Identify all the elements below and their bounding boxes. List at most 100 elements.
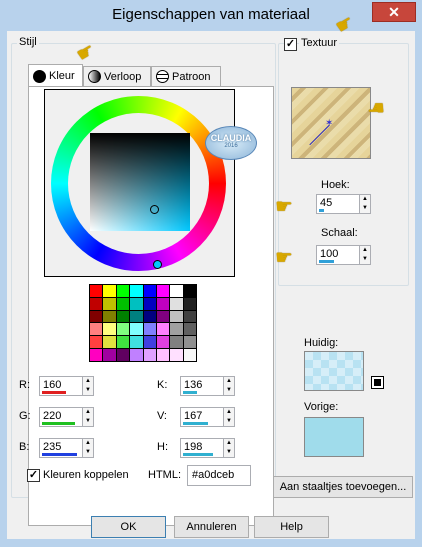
swatch-cell[interactable] (90, 323, 103, 336)
swatch-cell[interactable] (103, 323, 116, 336)
swatch-cell[interactable] (183, 310, 196, 323)
swatch-cell[interactable] (90, 285, 103, 297)
texture-checkbox[interactable]: ✓ (284, 38, 297, 51)
link-colors-checkbox[interactable]: ✓ (27, 469, 40, 482)
sv-selector-icon[interactable] (150, 205, 159, 214)
swatch-cell[interactable] (156, 285, 170, 297)
channel-value-g: 220 (43, 410, 62, 422)
current-color-swatch[interactable] (304, 351, 364, 391)
spin-arrows-icon[interactable]: ▲ ▼ (223, 377, 234, 395)
hue-selector-icon[interactable] (153, 260, 162, 269)
swatch-cell[interactable] (103, 310, 116, 323)
angle-value: 45 (320, 197, 333, 209)
swatch-cell[interactable] (130, 349, 143, 361)
swatch-cell[interactable] (116, 336, 130, 349)
swatch-cell[interactable] (183, 285, 196, 297)
swatch-cell[interactable] (156, 323, 170, 336)
angle-spinner[interactable]: 45 ▲ ▼ (316, 194, 371, 214)
swatch-cell[interactable] (90, 310, 103, 323)
channel-spinner-b[interactable]: 235 ▲ ▼ (39, 438, 94, 458)
swatch-cell[interactable] (170, 336, 183, 349)
spin-arrows-icon[interactable]: ▲ ▼ (82, 408, 93, 426)
swatch-cell[interactable] (170, 323, 183, 336)
swatch-cell[interactable] (130, 310, 143, 323)
swatch-cell[interactable] (90, 349, 103, 361)
style-group-label: Stijl (17, 36, 39, 48)
swatch-cell[interactable] (116, 310, 130, 323)
swatch-cell[interactable] (116, 297, 130, 310)
swatch-cell[interactable] (130, 297, 143, 310)
swatch-cell[interactable] (116, 349, 130, 361)
swatch-cell[interactable] (143, 297, 156, 310)
html-input[interactable]: #a0dceb (187, 465, 251, 486)
scale-spinner[interactable]: 100 ▲ ▼ (316, 245, 371, 265)
swatch-cell[interactable] (170, 349, 183, 361)
channel-level-bar-r (42, 391, 66, 394)
swatch-cell[interactable] (103, 297, 116, 310)
cancel-button[interactable]: Annuleren (174, 516, 249, 538)
previous-color-swatch[interactable] (304, 417, 364, 457)
angle-spin-arrows-icon[interactable]: ▲ ▼ (359, 195, 370, 213)
swatch-cell[interactable] (103, 349, 116, 361)
watermark-subtext: 2016 (224, 143, 238, 149)
swatch-cell[interactable] (183, 297, 196, 310)
tab-kleur-label: Kleur (49, 70, 75, 82)
swatch-cell[interactable] (156, 336, 170, 349)
swatch-cell[interactable] (130, 323, 143, 336)
channel-spinner-k[interactable]: 136 ▲ ▼ (180, 376, 235, 396)
swatch-cell[interactable] (90, 297, 103, 310)
window-title: Eigenschappen van materiaal (112, 6, 310, 23)
swatch-cell[interactable] (130, 285, 143, 297)
swatch-cell[interactable] (183, 349, 196, 361)
saturation-value-square[interactable] (90, 133, 190, 231)
add-to-swatches-button[interactable]: Aan staaltjes toevoegen... (273, 476, 413, 498)
ok-button[interactable]: OK (91, 516, 166, 538)
title-bar: Eigenschappen van materiaal ✕ (0, 0, 422, 32)
swap-icon-inner (374, 379, 381, 386)
swatch-cell[interactable] (170, 297, 183, 310)
spin-arrows-icon[interactable]: ▲ ▼ (223, 408, 234, 426)
help-button[interactable]: Help (254, 516, 329, 538)
html-input-value: #a0dceb (192, 469, 235, 481)
channel-spinner-v[interactable]: 167 ▲ ▼ (180, 407, 235, 427)
channel-spinner-r[interactable]: 160 ▲ ▼ (39, 376, 94, 396)
swatch-cell[interactable] (170, 310, 183, 323)
tab-patroon[interactable]: Patroon (151, 66, 221, 86)
swatch-cell[interactable] (90, 336, 103, 349)
swatch-cell[interactable] (183, 336, 196, 349)
tab-kleur[interactable]: Kleur (28, 64, 83, 87)
swatch-cell[interactable] (143, 323, 156, 336)
angle-label: Hoek: (321, 179, 350, 191)
swatch-cell[interactable] (130, 336, 143, 349)
swatch-cell[interactable] (103, 285, 116, 297)
swatch-cell[interactable] (183, 323, 196, 336)
channel-value-v: 167 (184, 410, 203, 422)
swatch-cell[interactable] (156, 310, 170, 323)
channel-label-g: G: (19, 410, 31, 422)
swatch-cell[interactable] (143, 310, 156, 323)
spin-arrows-icon[interactable]: ▲ ▼ (82, 377, 93, 395)
swatch-cell[interactable] (170, 285, 183, 297)
close-button[interactable]: ✕ (372, 2, 416, 22)
scale-value: 100 (320, 248, 339, 260)
channel-level-bar-h (183, 453, 213, 456)
spin-arrows-icon[interactable]: ▲ ▼ (223, 439, 234, 457)
swatch-cell[interactable] (156, 297, 170, 310)
swatch-cell[interactable] (156, 349, 170, 361)
swatch-cell[interactable] (143, 349, 156, 361)
swatch-cell[interactable] (103, 336, 116, 349)
channel-spinner-h[interactable]: 198 ▲ ▼ (180, 438, 235, 458)
swatch-cell[interactable] (116, 285, 130, 297)
channel-label-r: R: (19, 379, 30, 391)
spin-arrows-icon[interactable]: ▲ ▼ (82, 439, 93, 457)
swap-icon[interactable] (371, 376, 384, 389)
channel-value-k: 136 (184, 379, 203, 391)
swatch-cell[interactable] (116, 323, 130, 336)
scale-spin-arrows-icon[interactable]: ▲ ▼ (359, 246, 370, 264)
channel-label-v: V: (157, 410, 167, 422)
swatch-cell[interactable] (143, 285, 156, 297)
channel-label-k: K: (157, 379, 168, 391)
swatch-cell[interactable] (143, 336, 156, 349)
tab-verloop[interactable]: Verloop (83, 66, 151, 86)
channel-spinner-g[interactable]: 220 ▲ ▼ (39, 407, 94, 427)
